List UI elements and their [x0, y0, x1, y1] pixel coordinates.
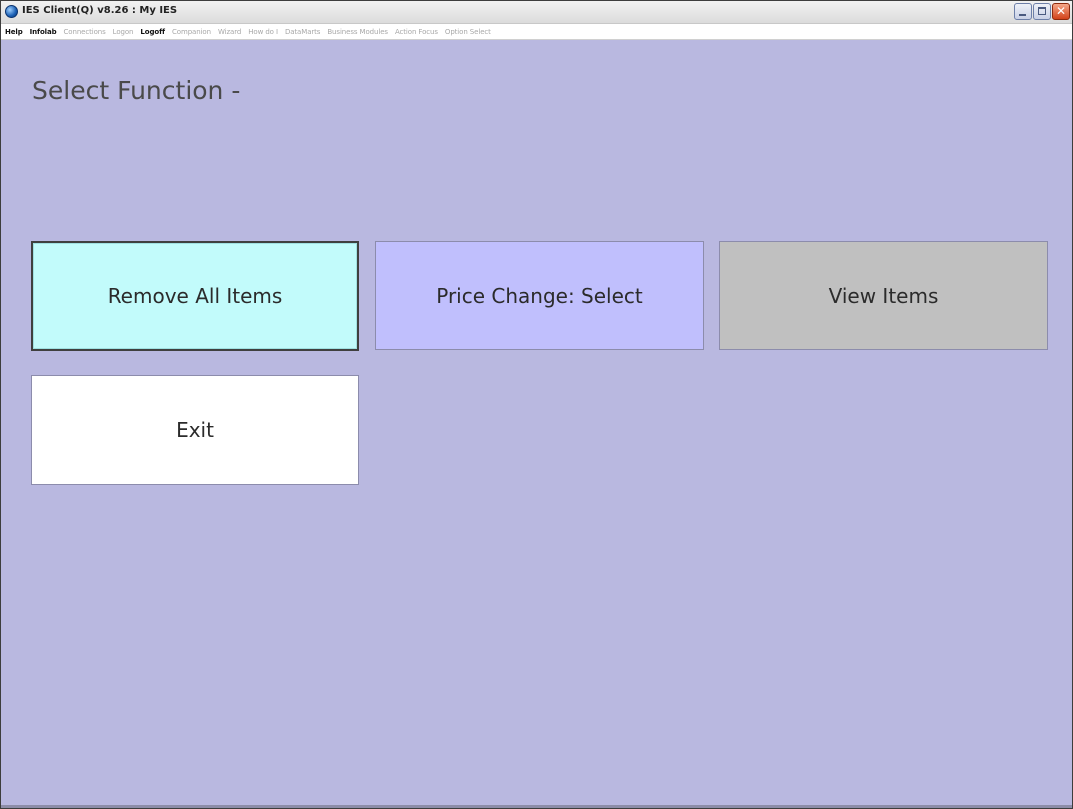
menu-item-help[interactable]: Help — [5, 28, 23, 36]
view-items-button[interactable]: View Items — [719, 241, 1048, 350]
remove-all-items-button[interactable]: Remove All Items — [31, 241, 359, 351]
maximize-icon — [1038, 7, 1046, 15]
menu-item-infolab[interactable]: Infolab — [30, 28, 57, 36]
menu-item-connections[interactable]: Connections — [64, 28, 106, 36]
app-globe-icon — [5, 5, 18, 18]
price-change-select-button[interactable]: Price Change: Select — [375, 241, 704, 350]
menu-item-action-focus[interactable]: Action Focus — [395, 28, 438, 36]
menu-item-how-do-i[interactable]: How do I — [248, 28, 278, 36]
window-title: IES Client(Q) v8.26 : My IES — [22, 5, 178, 16]
maximize-button[interactable] — [1033, 3, 1051, 20]
menu-item-logon[interactable]: Logon — [113, 28, 134, 36]
app-window: IES Client(Q) v8.26 : My IES ✕ Help Info… — [0, 0, 1073, 809]
bottom-border — [1, 805, 1072, 808]
close-icon: ✕ — [1055, 4, 1067, 18]
page-title: Select Function - — [32, 76, 241, 105]
menu-item-datamarts[interactable]: DataMarts — [285, 28, 321, 36]
close-button[interactable]: ✕ — [1052, 3, 1070, 20]
menu-item-option-select[interactable]: Option Select — [445, 28, 491, 36]
window-controls: ✕ — [1014, 3, 1070, 20]
menu-item-business-modules[interactable]: Business Modules — [327, 28, 388, 36]
menu-item-logoff[interactable]: Logoff — [140, 28, 165, 36]
title-bar[interactable]: IES Client(Q) v8.26 : My IES ✕ — [1, 1, 1072, 24]
exit-button[interactable]: Exit — [31, 375, 359, 485]
menu-item-wizard[interactable]: Wizard — [218, 28, 241, 36]
menu-bar: Help Infolab Connections Logon Logoff Co… — [1, 24, 1072, 40]
menu-item-companion[interactable]: Companion — [172, 28, 211, 36]
minimize-icon — [1019, 14, 1026, 16]
minimize-button[interactable] — [1014, 3, 1032, 20]
